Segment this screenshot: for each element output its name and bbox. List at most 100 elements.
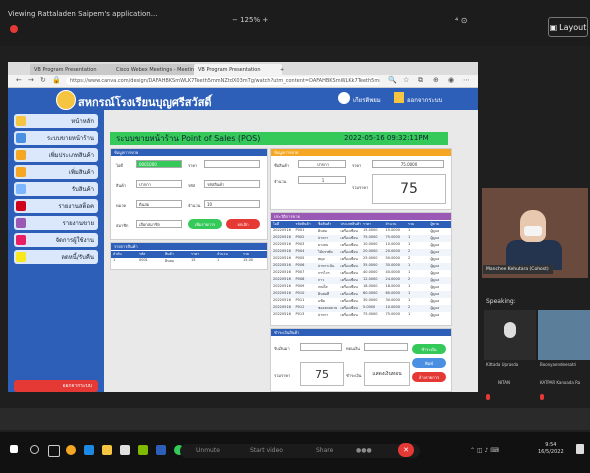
table-cell: P012 xyxy=(295,305,305,309)
table-row[interactable]: 20220516 P011 แฟ้ม เครื่องเขียน 30.0000 30.00… xyxy=(271,298,451,305)
table-cell: 2 xyxy=(408,305,411,309)
table-cell: กาว xyxy=(318,278,325,282)
sidebar-item[interactable]: ลดหนี้/รับคืน xyxy=(14,250,98,264)
app-icon[interactable] xyxy=(156,445,166,455)
new-tab-button[interactable]: + xyxy=(276,64,294,75)
table-cell: 1 xyxy=(408,298,411,302)
leave-call-button[interactable]: ✕ xyxy=(398,443,414,457)
table-cell: รวม xyxy=(408,222,415,226)
table-cell: 15.00 xyxy=(243,258,254,262)
clear-button[interactable]: ล้างรายการ xyxy=(412,372,446,382)
user-icon[interactable] xyxy=(338,92,350,104)
pay-button[interactable]: ชำระเงิน xyxy=(412,344,446,354)
browser-tab[interactable]: VB Program Presentation xyxy=(30,64,118,75)
browser-tab[interactable]: Cisco Webex Meetings - Meetin xyxy=(112,64,200,75)
unmute-button[interactable]: Unmute xyxy=(196,447,220,454)
file-explorer-icon[interactable] xyxy=(102,445,112,455)
sidebar-item[interactable]: รายงานขาย xyxy=(14,216,98,230)
table-row[interactable]: 20220516 P008 กาว เครื่องเขียน 12.0000 24.000… xyxy=(271,277,451,284)
collections-icon[interactable]: ⊕ xyxy=(433,76,439,84)
cash-received-field[interactable] xyxy=(300,343,342,351)
sidebar-item[interactable]: รายงานสต็อค xyxy=(14,199,98,213)
zoom-control[interactable]: − 125% + xyxy=(232,16,268,24)
participant-tile[interactable] xyxy=(484,310,536,360)
summary-qty-field[interactable]: 1 xyxy=(298,176,346,184)
table-row[interactable]: 20220516 P002 ปากกา เครื่องเขียน 75.0000 75.0… xyxy=(271,235,451,242)
quantity-field[interactable]: 10 xyxy=(204,200,260,208)
product-select[interactable]: ปากกา xyxy=(136,180,182,188)
app-icon[interactable] xyxy=(138,445,148,455)
more-options-button[interactable]: ●●● xyxy=(356,447,372,454)
chrome-icon[interactable] xyxy=(66,445,76,455)
start-video-button[interactable]: Start video xyxy=(250,447,283,454)
sidebar-item[interactable]: หน้าหลัก xyxy=(14,114,98,128)
table-row[interactable]: 20220516 P012 ซองจดหมาย เครื่องเขียน 5.0000 1… xyxy=(271,305,451,312)
table-cell: ผู้ดูแล xyxy=(430,264,440,268)
table-row[interactable]: 20220516 P001 ดินสอ เครื่องเขียน 15.0000 15.0… xyxy=(271,228,451,235)
print-button[interactable]: พิมพ์ xyxy=(412,358,446,368)
table-row[interactable]: 20220516 P007 กรรไกร เครื่องเขียน 40.0000 40.… xyxy=(271,270,451,277)
share-options-icon[interactable]: ⁴ ⊙ xyxy=(455,16,467,25)
table-row[interactable]: 20220516 P003 ยางลบ เครื่องเขียน 10.0000 10.0… xyxy=(271,242,451,249)
taskbar-clock[interactable]: 9:54 16/5/2022 xyxy=(538,442,564,456)
table-cell: 20220516 xyxy=(273,298,291,302)
table-cell: 20220516 xyxy=(273,256,291,260)
shared-browser-window: VB Program Presentation Cisco Webex Meet… xyxy=(8,62,478,392)
zoom-icon[interactable]: 🔍 xyxy=(388,76,397,84)
back-icon[interactable]: ← xyxy=(16,76,22,84)
table-cell: 20220516 xyxy=(273,305,291,309)
system-tray-icons[interactable]: ⌃ ◫ ♪ ⌨ xyxy=(470,447,499,454)
table-cell: ผู้ดูแล xyxy=(430,285,440,289)
code-field[interactable]: รหัสสินค้า xyxy=(204,180,260,188)
layout-button[interactable]: ▣ Layout xyxy=(548,17,588,37)
table-cell: 20220516 xyxy=(273,249,291,253)
browser-tab-active[interactable]: VB Program Presentation xyxy=(194,64,282,75)
notifications-icon[interactable] xyxy=(576,444,584,454)
cart-row[interactable]: 1 0001 ดินสอ 15 1 15.00 xyxy=(111,258,267,265)
logout-icon[interactable] xyxy=(394,92,404,103)
edge-icon[interactable] xyxy=(84,445,94,455)
share-top-bar xyxy=(0,0,590,46)
id-select[interactable]: 0001000 xyxy=(136,160,182,168)
viewing-label: Viewing Rattaladen Saipem's application.… xyxy=(8,10,158,18)
member-select[interactable]: เลือกสมาชิก xyxy=(136,220,182,228)
cancel-button[interactable]: ยกเลิก xyxy=(226,219,260,229)
table-cell: ผู้ดูแล xyxy=(430,278,440,282)
table-row[interactable]: 20220516 P004 ไม้บรรทัด เครื่องเขียน 20.0000… xyxy=(271,249,451,256)
table-row[interactable]: 20220516 P009 เทปใส เครื่องเขียน 18.0000 18.0… xyxy=(271,284,451,291)
add-item-button[interactable]: เพิ่มรายการ xyxy=(188,219,222,229)
reload-icon[interactable]: ↻ xyxy=(40,76,46,84)
summary-product-field[interactable]: ปากกา xyxy=(298,160,346,168)
share-button[interactable]: Share xyxy=(316,447,333,454)
menu-icon[interactable]: ⋯ xyxy=(463,76,470,84)
sidebar-item[interactable]: เพิ่มสินค้า xyxy=(14,165,98,179)
sidebar-item[interactable]: จัดการผู้ใช้งาน xyxy=(14,233,98,247)
participant-tile[interactable] xyxy=(538,310,590,360)
logout-link[interactable]: ออกจากระบบ xyxy=(407,95,442,105)
profile-icon[interactable]: ◉ xyxy=(448,76,454,84)
table-row[interactable]: 20220516 P010 ดินสอสี เครื่องเขียน 60.0000 60… xyxy=(271,291,451,298)
table-cell: ไม้บรรทัด xyxy=(318,250,333,254)
extensions-icon[interactable]: ⧉ xyxy=(418,76,423,85)
user-name[interactable]: เกียรติ​พยม xyxy=(353,95,381,105)
store-icon[interactable] xyxy=(120,445,130,455)
type-select[interactable]: ดินสอ xyxy=(136,200,182,208)
forward-icon[interactable]: → xyxy=(28,76,34,84)
table-row[interactable]: 20220516 P006 ปากกาเน้น เครื่องเขียน 35.0000… xyxy=(271,263,451,270)
search-icon[interactable] xyxy=(30,445,39,454)
windows-start-icon[interactable] xyxy=(10,445,18,453)
url-field[interactable]: https://www.canva.com/design/DAFAHBKSmWL… xyxy=(66,77,380,85)
favorites-icon[interactable]: ☆ xyxy=(403,76,409,84)
table-row[interactable]: 20220516 P013 ปากกา เครื่องเขียน 75.0000 75.0… xyxy=(271,312,451,319)
sidebar-item[interactable]: รับสินค้า xyxy=(14,182,98,196)
task-view-icon[interactable] xyxy=(48,445,60,457)
sidebar-item[interactable]: ระบบขายหน้าร้าน xyxy=(14,131,98,145)
summary-price-field[interactable]: 75.0000 xyxy=(372,160,444,168)
change-field[interactable] xyxy=(364,343,408,351)
sidebar-logout-button[interactable]: ออกจากระบบ xyxy=(14,380,98,392)
sidebar-item[interactable]: เพิ่มประเภทสินค้า xyxy=(14,148,98,162)
table-cell: P004 xyxy=(295,249,305,253)
table-row[interactable]: 20220516 P005 สมุด เครื่องเขียน 25.0000 50.00… xyxy=(271,256,451,263)
pay-label: ชำระเงิน xyxy=(346,373,362,378)
price-field[interactable] xyxy=(204,160,260,168)
